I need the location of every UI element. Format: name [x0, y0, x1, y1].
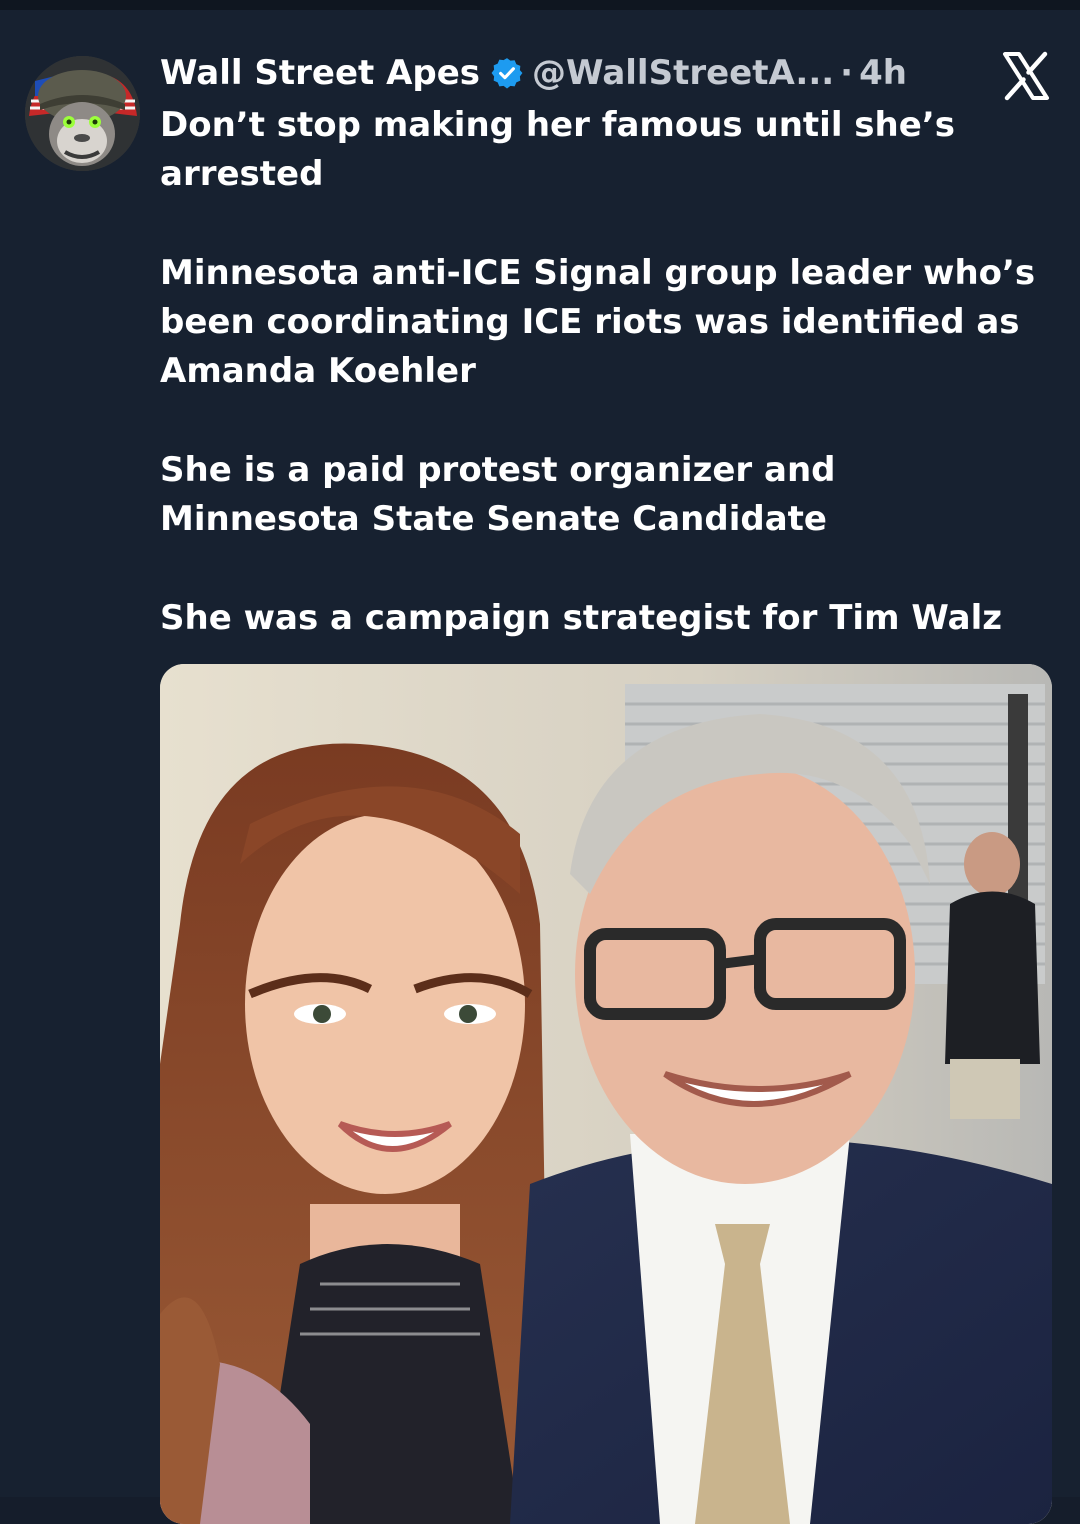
tweet-paragraph: Don’t stop making her famous until she’s… [160, 105, 955, 194]
author-avatar[interactable] [25, 56, 140, 171]
tweet-paragraph: Minnesota anti-ICE Signal group leader w… [160, 253, 1036, 391]
author-handle[interactable]: @WallStreetA... [532, 50, 834, 96]
gorilla-avatar-icon [25, 56, 140, 171]
selfie-photo [160, 664, 1052, 1524]
tweet-header: Wall Street Apes @WallStreetA... · 4h [160, 50, 907, 96]
post-time[interactable]: 4h [859, 50, 907, 96]
top-divider [0, 0, 1080, 10]
tweet-photo[interactable] [160, 664, 1052, 1524]
x-logo-icon[interactable] [1000, 50, 1052, 102]
tweet-text: Don’t stop making her famous until she’s… [160, 101, 1040, 693]
separator-dot: · [840, 53, 854, 93]
tweet-paragraph: She is a paid protest organizer and Minn… [160, 450, 836, 539]
tweet-paragraph: She was a campaign strategist for Tim Wa… [160, 598, 1003, 638]
verified-badge-icon [490, 56, 524, 90]
tweet-card: Wall Street Apes @WallStreetA... · 4h Do… [0, 10, 1080, 1524]
author-name[interactable]: Wall Street Apes [160, 50, 480, 96]
